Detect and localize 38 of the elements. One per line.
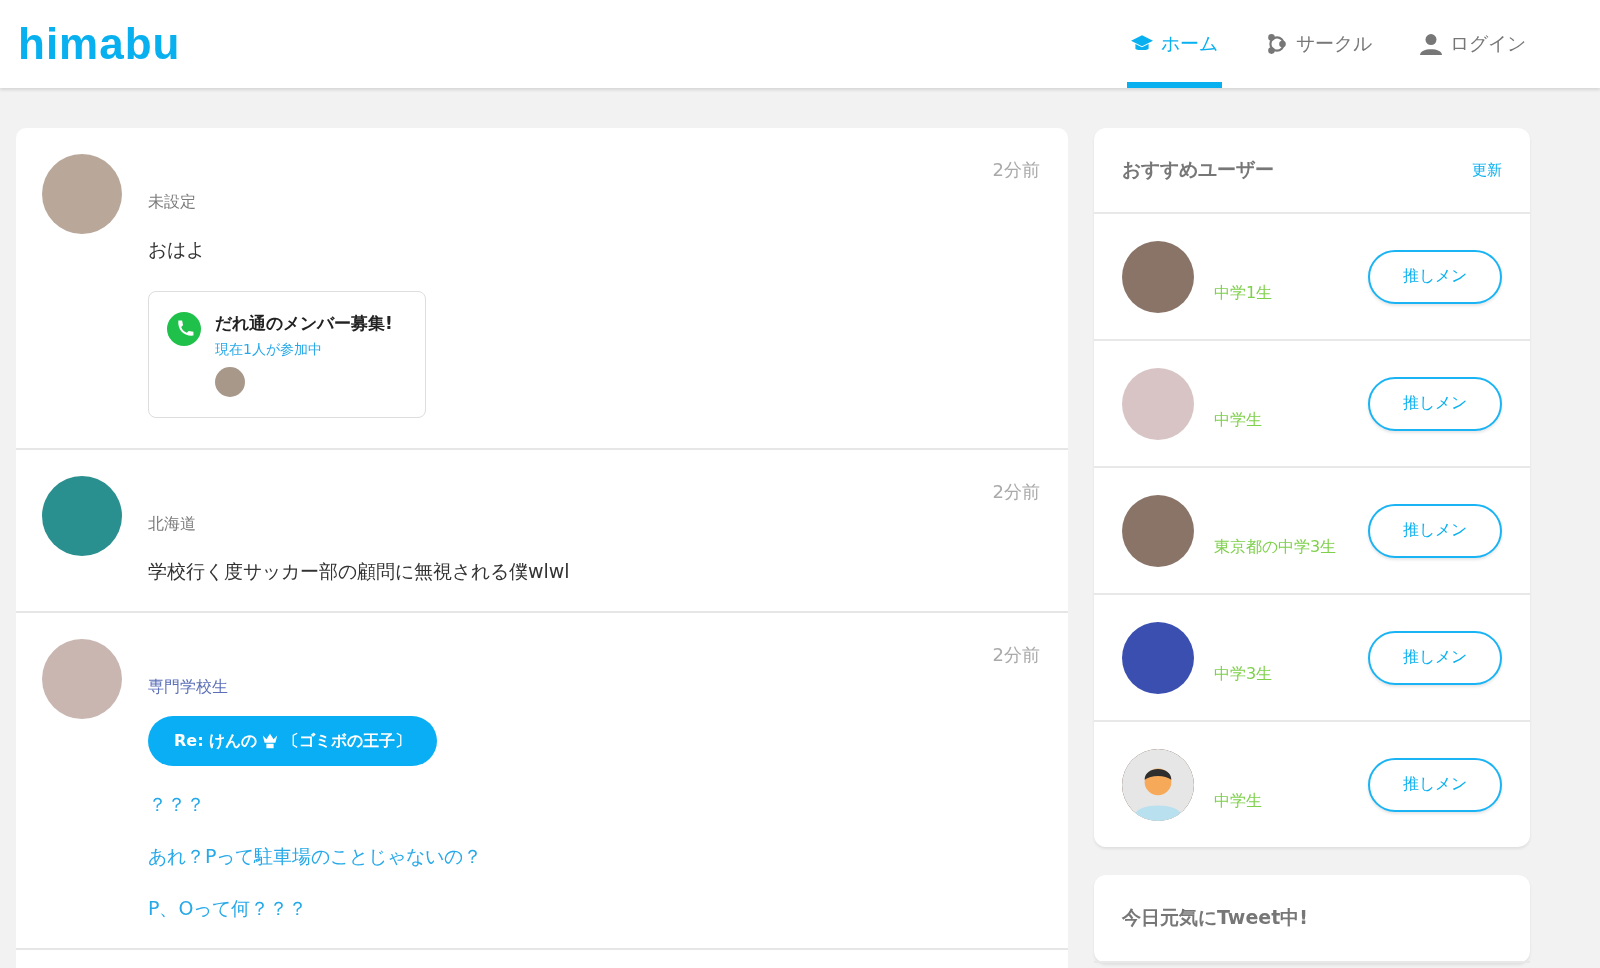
call-title: だれ通のメンバー募集! [215,312,393,335]
crown-icon [261,732,280,750]
card-title: 今日元気にTweet中! [1122,905,1308,930]
user-icon [1420,33,1442,55]
user-label: 中学生 [1214,791,1263,812]
post-text: おはよ [148,237,206,262]
post-time: 2分前 [992,158,1040,182]
post-time: 2分前 [992,643,1040,667]
call-card[interactable]: だれ通のメンバー募集! 現在1人が参加中 [148,291,426,418]
author-label: 未設定 [148,192,197,213]
follow-button[interactable]: 推しメン [1368,249,1502,304]
user-label: 中学生 [1214,410,1263,431]
call-status: 現在1人が参加中 [215,341,323,359]
refresh-link[interactable]: 更新 [1472,160,1502,180]
user-label: 東京都の中学3生 [1214,537,1338,558]
logo[interactable]: himabu [18,19,181,69]
nodes-icon [1266,33,1288,55]
nav-tab[interactable]: ホーム [1127,0,1222,88]
reply-text: あれ？Pって駐車場のことじゃないの？ [148,844,483,869]
follow-button[interactable]: 推しメン [1368,630,1502,685]
follow-button[interactable]: 推しメン [1368,376,1502,431]
user-label: 中学1生 [1214,283,1274,304]
phone-icon [167,312,201,346]
default-avatar-icon[interactable] [1122,748,1194,821]
post-text: 学校行く度サッカー部の顧問に無視される僕wlwl [148,559,570,584]
reply-text: P、Oって何？？？ [148,896,309,921]
follow-button[interactable]: 推しメン [1368,757,1502,812]
card-title: おすすめユーザー [1122,157,1274,182]
author-label: 専門学校生 [148,677,229,698]
participant-avatar [215,367,245,397]
user-label: 中学3生 [1214,664,1274,685]
follow-button[interactable]: 推しメン [1368,503,1502,558]
nav-tab[interactable]: ログイン [1416,0,1530,88]
reply-button[interactable]: Re: けんの 〔ゴミボの王子〕 [148,716,438,766]
author-label: 北海道 [148,514,197,535]
nav-tab[interactable]: サークル [1262,0,1376,88]
post-time: 2分前 [992,480,1040,504]
reply-text: ？？？ [148,792,206,817]
